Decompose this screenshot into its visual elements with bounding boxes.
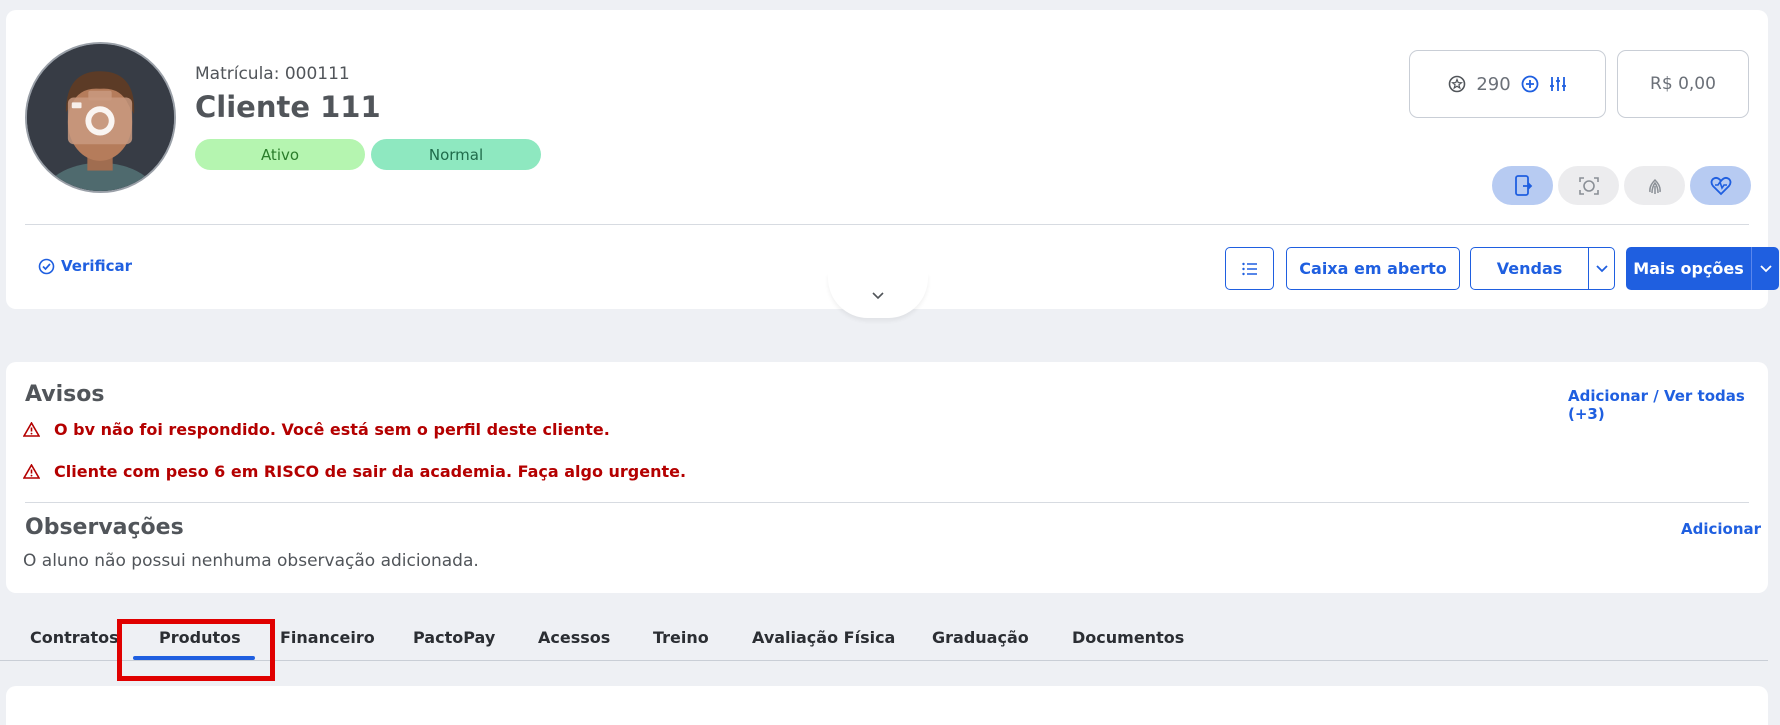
fingerprint-icon — [1646, 176, 1664, 196]
sales-dropdown-button[interactable] — [1588, 247, 1615, 290]
fingerprint-button[interactable] — [1624, 166, 1685, 205]
observations-add-link[interactable]: Adicionar — [1681, 520, 1761, 538]
warning-text: O bv não foi respondido. Você está sem o… — [54, 420, 610, 439]
mobile-device-icon — [1513, 174, 1533, 197]
notices-divider — [25, 502, 1749, 503]
tab-content-card — [6, 686, 1768, 725]
plus-circle-icon[interactable] — [1521, 75, 1539, 93]
observations-empty-text: O aluno não possui nenhuma observação ad… — [23, 551, 479, 571]
status-badge: Ativo — [195, 139, 365, 170]
balance-value: R$ 0,00 — [1650, 74, 1716, 94]
app-access-button[interactable] — [1492, 166, 1553, 205]
warning-text: Cliente com peso 6 em RISCO de sair da a… — [54, 462, 687, 481]
verify-label: Verificar — [61, 257, 133, 275]
more-options-button[interactable]: Mais opções — [1626, 247, 1751, 290]
notices-title: Avisos — [25, 382, 105, 407]
points-box: 290 — [1409, 50, 1606, 118]
warning-triangle-icon — [22, 421, 41, 437]
warning-triangle-icon — [22, 463, 41, 479]
more-options-dropdown-button[interactable] — [1751, 247, 1779, 290]
registration-number: Matrícula: 000111 — [195, 64, 350, 84]
tab-pactopay[interactable]: PactoPay — [413, 628, 495, 647]
risk-badge: Normal — [371, 139, 541, 170]
health-button[interactable] — [1690, 166, 1751, 205]
client-profile-card: Matrícula: 000111 Cliente 111 Ativo Norm… — [6, 10, 1779, 309]
warning-item: Cliente com peso 6 em RISCO de sair da a… — [22, 462, 687, 481]
heart-pulse-icon — [1710, 176, 1732, 196]
sales-button[interactable]: Vendas — [1470, 247, 1589, 290]
highlight-annotation — [117, 619, 275, 681]
tab-treino[interactable]: Treino — [653, 628, 709, 647]
tab-avaliacao-fisica[interactable]: Avaliação Física — [752, 628, 895, 647]
avatar-photo-placeholder — [27, 44, 174, 191]
observations-title: Observações — [25, 515, 184, 540]
tab-documentos[interactable]: Documentos — [1072, 628, 1184, 647]
open-cash-button[interactable]: Caixa em aberto — [1286, 247, 1460, 290]
points-value: 290 — [1476, 73, 1511, 95]
balance-box: R$ 0,00 — [1617, 50, 1749, 118]
sliders-icon[interactable] — [1549, 75, 1567, 93]
chevron-down-icon — [1759, 264, 1772, 273]
client-avatar[interactable] — [25, 42, 176, 193]
verify-link[interactable]: Verificar — [38, 257, 132, 275]
list-icon — [1241, 262, 1258, 276]
profile-divider — [25, 224, 1749, 225]
tab-contratos[interactable]: Contratos — [30, 628, 119, 647]
check-circle-icon — [38, 258, 55, 275]
warning-item: O bv não foi respondido. Você está sem o… — [22, 420, 610, 439]
coin-icon — [1448, 75, 1466, 93]
face-recognition-button[interactable] — [1558, 166, 1619, 205]
chevron-down-icon — [872, 291, 884, 300]
client-name: Cliente 111 — [195, 90, 381, 124]
list-button[interactable] — [1225, 247, 1274, 290]
face-scan-icon — [1578, 176, 1599, 196]
chevron-down-icon — [1595, 264, 1608, 273]
tab-financeiro[interactable]: Financeiro — [280, 628, 375, 647]
tab-acessos[interactable]: Acessos — [538, 628, 610, 647]
collapse-toggle[interactable] — [828, 273, 928, 318]
tab-graduacao[interactable]: Graduação — [932, 628, 1029, 647]
notices-add-link[interactable]: Adicionar / Ver todas (+3) — [1568, 387, 1780, 423]
